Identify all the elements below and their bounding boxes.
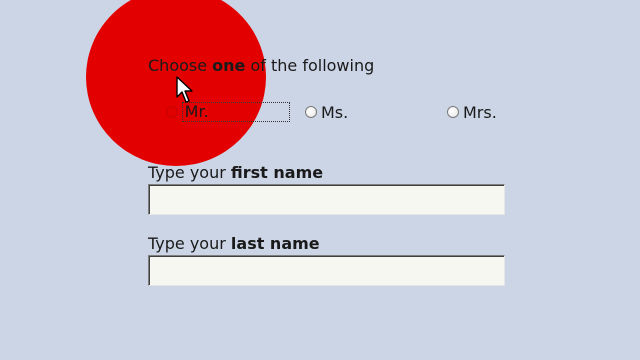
last-name-label-prefix: Type your (148, 234, 231, 253)
first-name-label: Type your first name (148, 163, 323, 182)
last-name-input[interactable] (148, 255, 505, 286)
radio-option-mrs[interactable]: Mrs. (447, 101, 497, 123)
radio-option-mr[interactable]: Mr. (166, 101, 290, 123)
radio-label-mr[interactable]: Mr. (181, 102, 290, 122)
last-name-label-emphasis: last name (230, 234, 320, 253)
radio-button-icon[interactable] (166, 106, 178, 118)
question-prefix: Choose (148, 56, 213, 75)
question-suffix: of the following (245, 56, 375, 75)
radio-option-ms[interactable]: Ms. (305, 101, 348, 123)
radio-button-icon[interactable] (447, 106, 459, 118)
radio-label-ms[interactable]: Ms. (321, 103, 348, 122)
question-label: Choose one of the following (148, 56, 374, 75)
title-fragment (352, 0, 382, 2)
last-name-label: Type your last name (148, 234, 320, 253)
radio-label-mrs[interactable]: Mrs. (463, 103, 497, 122)
mouse-pointer-icon (176, 76, 193, 103)
first-name-label-prefix: Type your (148, 163, 231, 182)
radio-button-icon[interactable] (305, 106, 317, 118)
question-emphasis: one (212, 56, 246, 75)
first-name-input[interactable] (148, 184, 505, 215)
first-name-label-emphasis: first name (230, 163, 324, 182)
